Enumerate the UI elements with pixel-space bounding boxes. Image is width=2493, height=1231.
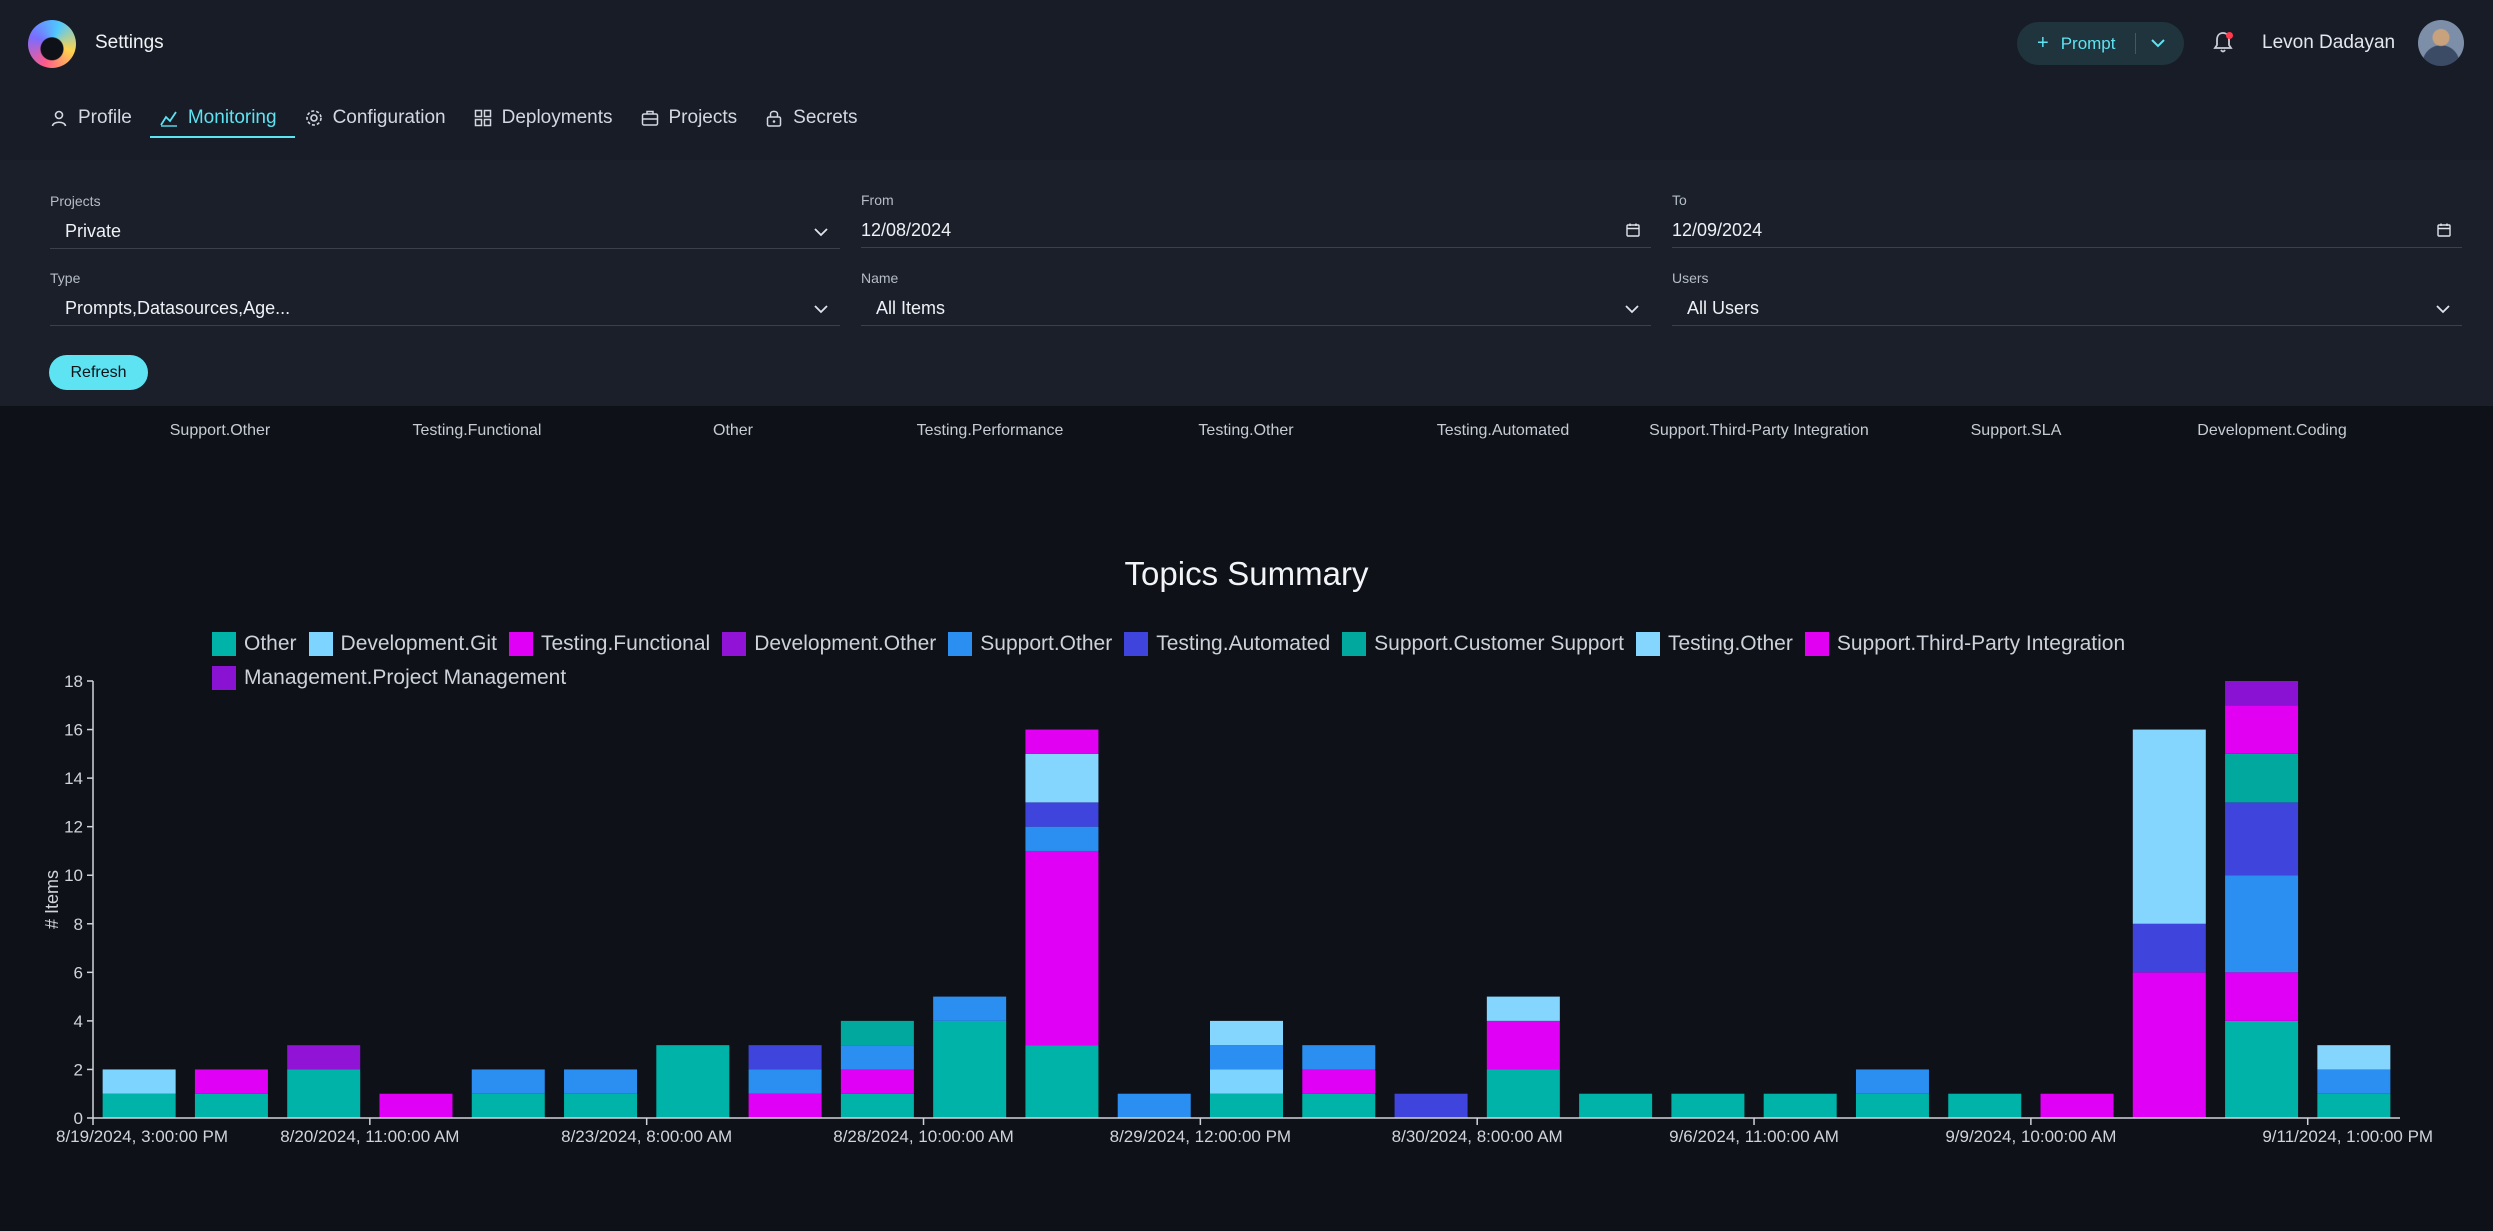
bar-segment: Testing.Automated: 1 [1394, 1093, 1468, 1118]
bar-segment: Support.Other: 4 [2225, 875, 2299, 973]
bar-segment: Testing.Other: 2 [1025, 753, 1099, 803]
x-tick-label: 9/11/2024, 1:00:00 PM [2262, 1127, 2433, 1146]
bar-segment: Testing.Automated: 1 [1025, 802, 1099, 827]
y-tick-label: 10 [64, 866, 83, 885]
topics-summary-chart: Other: 1Development.Git: 1Other: 1Testin… [42, 672, 2433, 1146]
bar-segment: Development.Git: 1 [1210, 1069, 1283, 1094]
bar-segment: Support.Other: 1 [748, 1069, 822, 1094]
bar-segment: Other: 3 [1025, 1045, 1099, 1118]
y-tick-label: 12 [64, 818, 83, 837]
bar-segment: Testing.Functional: 2 [2225, 972, 2299, 1021]
bar-segment: Testing.Functional: 1 [840, 1069, 914, 1094]
bar-segment: Testing.Functional: 1 [748, 1093, 822, 1118]
bar-segment: Other: 1 [1948, 1093, 2022, 1118]
bar-segment: Testing.Automated: 3 [2225, 802, 2299, 876]
bar-segment: Support.Other: 1 [2317, 1069, 2391, 1094]
y-tick-label: 16 [64, 721, 83, 740]
bar-segment: Testing.Other: 8 [2132, 729, 2206, 924]
bar-segment: Testing.Other: 1 [1486, 996, 1560, 1021]
bar-segment: Support.Customer Support: 2 [2225, 753, 2299, 803]
bar-segment: Management.Project Management: 1 [2225, 681, 2299, 706]
bar-segment: Other: 2 [1486, 1069, 1560, 1118]
bar-segment: Other: 1 [1579, 1093, 1653, 1118]
bar-segment: Testing.Functional: 1 [194, 1069, 268, 1094]
bar-segment: Testing.Functional: 1 [2040, 1093, 2114, 1118]
bar-segment: Development.Other: 1 [287, 1045, 361, 1070]
bar-segment: Testing.Other: 1 [1210, 1020, 1283, 1046]
bar-segment: Other: 1 [1210, 1093, 1283, 1118]
y-tick-label: 2 [74, 1060, 83, 1079]
bar-segment: Other: 4 [2225, 1020, 2299, 1118]
bar-segment: Other: 4 [933, 1020, 1007, 1118]
bar-segment: Other: 1 [1855, 1093, 1929, 1118]
bar-segment: Testing.Automated: 2 [2132, 923, 2206, 973]
x-tick-label: 8/23/2024, 8:00:00 AM [561, 1127, 732, 1146]
bar-segment: Testing.Other: 1 [2317, 1045, 2391, 1070]
bar-segment: Support.Third-Party Integration: 1 [1025, 729, 1099, 754]
y-tick-label: 14 [64, 769, 83, 788]
y-tick-label: 6 [74, 963, 83, 982]
y-tick-label: 18 [64, 672, 83, 691]
y-axis-label: # Items [42, 870, 62, 929]
bar-segment: Support.Other: 1 [564, 1069, 638, 1094]
bar-segment: Support.Other: 1 [933, 996, 1007, 1021]
bar-segment: Support.Third-Party Integration: 2 [2225, 705, 2299, 754]
bar-segment: Other: 1 [840, 1093, 914, 1118]
x-tick-label: 8/30/2024, 8:00:00 AM [1392, 1127, 1563, 1146]
bar-segment: Support.Other: 1 [471, 1069, 545, 1094]
bar-segment: Other: 1 [194, 1093, 268, 1118]
bar-segment: Testing.Functional: 1 [1302, 1069, 1376, 1094]
bar-segment: Support.Other: 1 [1117, 1093, 1191, 1118]
bar-segment: Support.Customer Support: 1 [840, 1020, 914, 1046]
bar-segment: Other: 1 [102, 1093, 176, 1118]
y-tick-label: 8 [74, 915, 83, 934]
bar-segment: Testing.Functional: 1 [379, 1093, 453, 1118]
x-tick-label: 8/20/2024, 11:00:00 AM [280, 1127, 459, 1146]
bar-segment: Development.Git: 1 [102, 1069, 176, 1094]
y-tick-label: 0 [74, 1109, 83, 1128]
bar-segment: Support.Other: 1 [1855, 1069, 1929, 1094]
x-tick-label: 9/6/2024, 11:00:00 AM [1669, 1127, 1839, 1146]
bar-segment: Other: 1 [471, 1093, 545, 1118]
bar-segment: Testing.Functional: 6 [2132, 972, 2206, 1118]
x-tick-label: 8/29/2024, 12:00:00 PM [1110, 1127, 1291, 1146]
x-tick-label: 9/9/2024, 10:00:00 AM [1945, 1127, 2116, 1146]
bar-segment: Other: 1 [564, 1093, 638, 1118]
bar-segment: Other: 3 [656, 1045, 730, 1118]
bar-segment: Testing.Functional: 8 [1025, 850, 1099, 1046]
bar-segment: Other: 1 [1671, 1093, 1745, 1118]
x-tick-label: 8/19/2024, 3:00:00 PM [56, 1127, 228, 1146]
x-tick-label: 8/28/2024, 10:00:00 AM [833, 1127, 1014, 1146]
bar-segment: Support.Other: 1 [1025, 826, 1099, 851]
bar-segment: Support.Other: 1 [1210, 1045, 1283, 1070]
bar-segment: Testing.Functional: 2 [1486, 1020, 1560, 1070]
bar-segment: Other: 1 [1302, 1093, 1376, 1118]
y-tick-label: 4 [74, 1012, 83, 1031]
bar-segment: Support.Other: 1 [1302, 1045, 1376, 1070]
bar-segment: Other: 2 [287, 1069, 361, 1118]
bar-segment: Testing.Automated: 1 [748, 1045, 822, 1070]
bar-segment: Other: 1 [2317, 1093, 2391, 1118]
bar-segment: Support.Other: 1 [840, 1045, 914, 1070]
bar-segment: Other: 1 [1763, 1093, 1837, 1118]
